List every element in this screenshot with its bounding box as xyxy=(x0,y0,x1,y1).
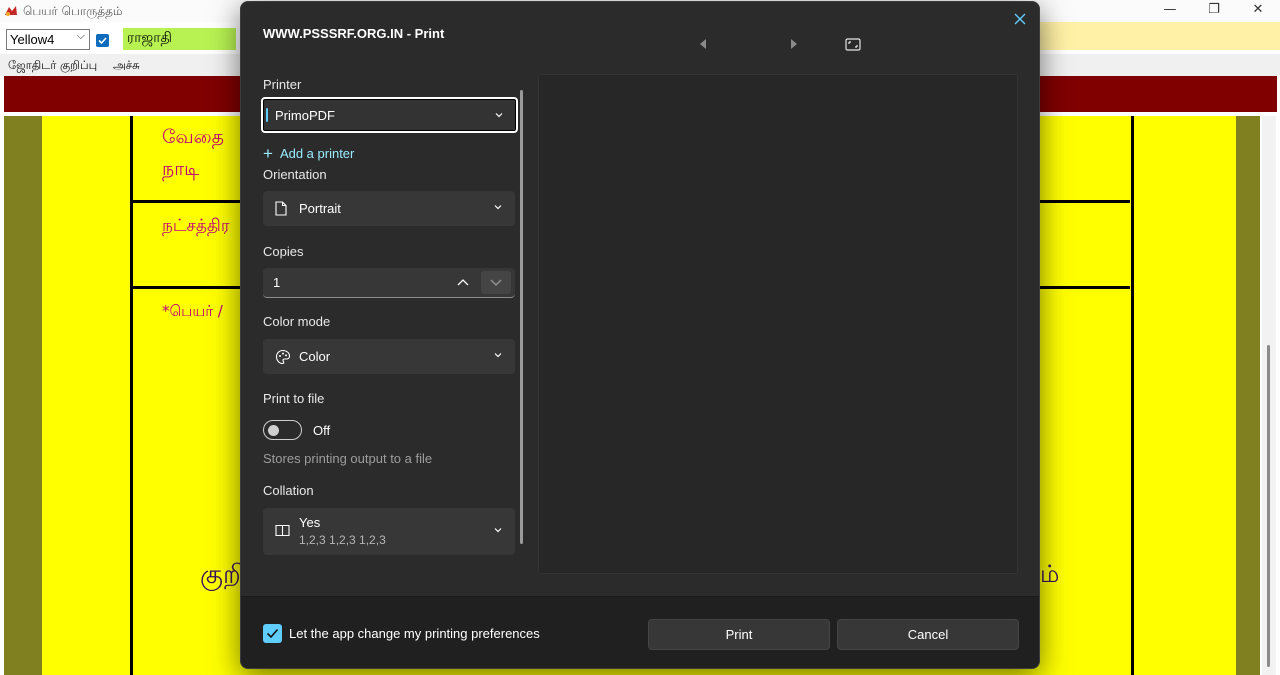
collation-select[interactable]: Yes 1,2,3 1,2,3 1,2,3 xyxy=(263,508,515,555)
content-text: நட்சத்திர xyxy=(162,216,230,236)
palette-icon xyxy=(275,349,291,365)
printer-label: Printer xyxy=(263,77,302,92)
book-icon xyxy=(275,524,290,537)
menu-print[interactable]: அச்சு xyxy=(113,58,140,74)
print-button[interactable]: Print xyxy=(648,619,830,650)
table-divider xyxy=(1131,116,1134,675)
orientation-label: Orientation xyxy=(263,167,327,182)
app-logo-icon xyxy=(5,6,17,16)
chevron-down-icon: ⌵ xyxy=(76,30,85,42)
color-mode-select[interactable]: Color xyxy=(263,339,515,374)
chevron-down-icon xyxy=(494,353,502,358)
collation-value: Yes xyxy=(299,515,321,530)
fit-to-window-icon[interactable] xyxy=(845,38,861,51)
chevron-down-icon[interactable] xyxy=(481,271,511,294)
add-printer-label: Add a printer xyxy=(279,146,355,161)
table-divider xyxy=(1040,286,1130,289)
dialog-title: WWW.PSSSRF.ORG.IN - Print xyxy=(263,26,445,41)
content-text: வேதை xyxy=(162,126,225,148)
color-mode-value: Color xyxy=(299,349,331,364)
settings-scrollbar[interactable] xyxy=(520,90,523,544)
name-field[interactable]: ராஜாதி xyxy=(123,28,236,50)
color-mode-label: Color mode xyxy=(263,314,331,329)
app-checkbox[interactable] xyxy=(96,34,109,47)
chevron-down-icon xyxy=(495,113,503,118)
printer-select[interactable]: PrimoPDF xyxy=(261,97,518,133)
next-page-icon[interactable] xyxy=(789,38,799,50)
toolbar-highlight xyxy=(1040,22,1280,50)
content-text: நாடி xyxy=(162,158,200,180)
close-icon[interactable] xyxy=(1011,10,1029,28)
restore-icon[interactable]: ❐ xyxy=(1192,0,1236,22)
content-text: *பெயர் / xyxy=(162,302,223,320)
orientation-select[interactable]: Portrait xyxy=(263,191,515,226)
focus-accent xyxy=(266,108,268,122)
copies-label: Copies xyxy=(263,244,304,259)
print-to-file-hint: Stores printing output to a file xyxy=(263,451,433,466)
color-select-value: Yellow4 xyxy=(10,32,55,47)
print-dialog: WWW.PSSSRF.ORG.IN - Print Printer PrimoP… xyxy=(240,1,1040,669)
chevron-up-icon[interactable] xyxy=(449,271,477,294)
app-title: பெயர் பொருத்தம் xyxy=(23,4,123,18)
checkmark-icon xyxy=(266,628,279,639)
page-portrait-icon xyxy=(275,201,287,216)
add-printer-link[interactable]: + Add a printer xyxy=(263,144,354,164)
print-to-file-toggle[interactable] xyxy=(263,420,302,440)
preferences-checkbox[interactable] xyxy=(263,624,282,643)
collation-detail: 1,2,3 1,2,3 1,2,3 xyxy=(299,533,386,547)
table-divider xyxy=(133,200,243,203)
orientation-value: Portrait xyxy=(299,201,341,216)
minimize-icon[interactable]: — xyxy=(1148,0,1192,22)
printer-value: PrimoPDF xyxy=(275,108,335,123)
print-to-file-label: Print to file xyxy=(263,391,325,406)
copies-value: 1 xyxy=(273,275,281,290)
chevron-down-icon xyxy=(494,205,502,210)
collation-label: Collation xyxy=(263,483,314,498)
app-scrollbar-thumb[interactable] xyxy=(1267,345,1270,667)
menu-astrologer-notes[interactable]: ஜோதிடர் குறிப்பு xyxy=(8,58,97,74)
content-text: ம் xyxy=(1040,560,1060,588)
copies-input[interactable]: 1 xyxy=(263,268,515,298)
content-text: குறி xyxy=(200,560,246,590)
chevron-down-icon xyxy=(494,528,502,533)
close-icon[interactable]: ✕ xyxy=(1236,0,1280,22)
left-border xyxy=(4,116,42,675)
cancel-button[interactable]: Cancel xyxy=(837,619,1019,650)
right-border xyxy=(1236,116,1260,675)
print-preview xyxy=(538,74,1018,574)
previous-page-icon[interactable] xyxy=(698,38,708,50)
print-to-file-state: Off xyxy=(313,423,331,438)
table-divider xyxy=(133,286,243,289)
toggle-knob xyxy=(268,425,279,436)
plus-icon: + xyxy=(263,144,273,163)
table-divider xyxy=(1040,200,1130,203)
preferences-label: Let the app change my printing preferenc… xyxy=(289,626,540,641)
color-select[interactable]: Yellow4 ⌵ xyxy=(6,29,90,50)
checkmark-icon xyxy=(98,37,107,45)
